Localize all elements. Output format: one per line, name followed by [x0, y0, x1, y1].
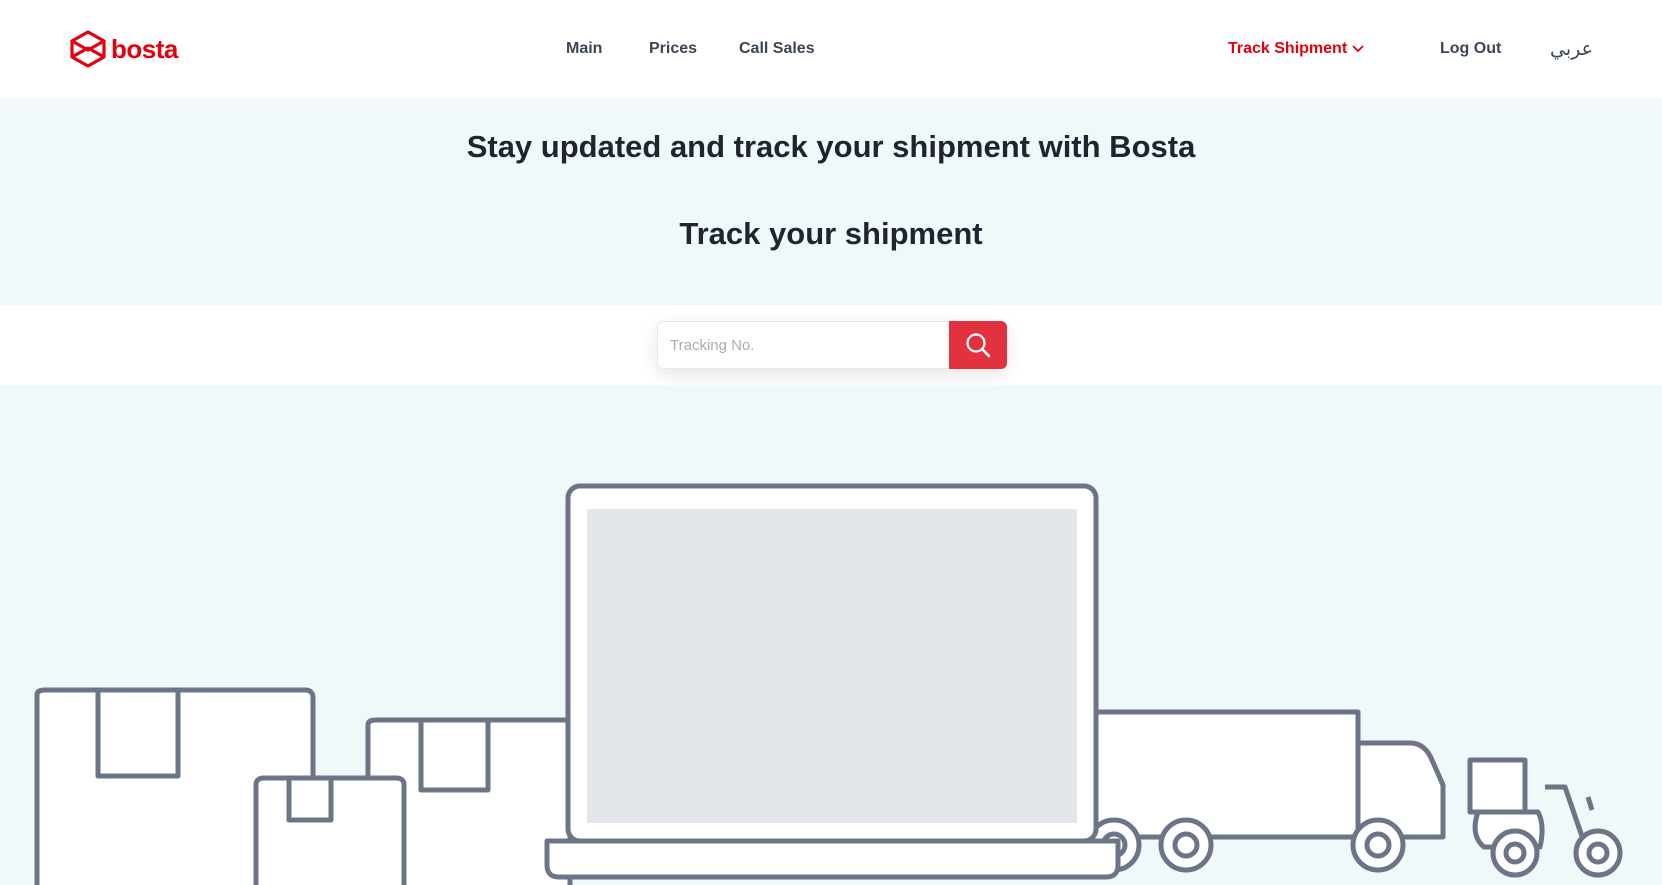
- small-box-icon: [253, 775, 407, 885]
- nav-main[interactable]: Main: [566, 40, 602, 58]
- tracking-search-form: [657, 321, 1007, 369]
- site-header: bosta Main Prices Call Sales Track Shipm…: [0, 0, 1662, 99]
- logo-text: bosta: [111, 33, 178, 64]
- delivery-truck-icon: [1086, 709, 1446, 873]
- illustration-artwork: [34, 483, 1623, 885]
- track-shipment-label: Track Shipment: [1228, 40, 1348, 57]
- tracking-number-input[interactable]: [657, 321, 949, 369]
- nav-call-sales[interactable]: Call Sales: [739, 40, 815, 58]
- section-subtitle: Track your shipment: [679, 216, 983, 251]
- log-out-link[interactable]: Log Out: [1440, 40, 1501, 58]
- nav-prices[interactable]: Prices: [649, 40, 697, 58]
- search-strip: [0, 305, 1662, 385]
- delivery-illustration: [0, 385, 1662, 885]
- search-icon: [966, 333, 991, 358]
- bosta-box-icon: [70, 30, 106, 68]
- bosta-logo[interactable]: bosta: [69, 29, 178, 69]
- language-toggle[interactable]: عربي: [1550, 38, 1593, 61]
- laptop-icon: [544, 483, 1121, 880]
- chevron-down-icon: [1352, 45, 1364, 53]
- hero-section: Stay updated and track your shipment wit…: [0, 99, 1662, 305]
- track-shipment-dropdown[interactable]: Track Shipment: [1228, 40, 1364, 58]
- scooter-icon: [1467, 757, 1623, 878]
- search-button[interactable]: [949, 321, 1007, 369]
- page-title: Stay updated and track your shipment wit…: [466, 129, 1196, 164]
